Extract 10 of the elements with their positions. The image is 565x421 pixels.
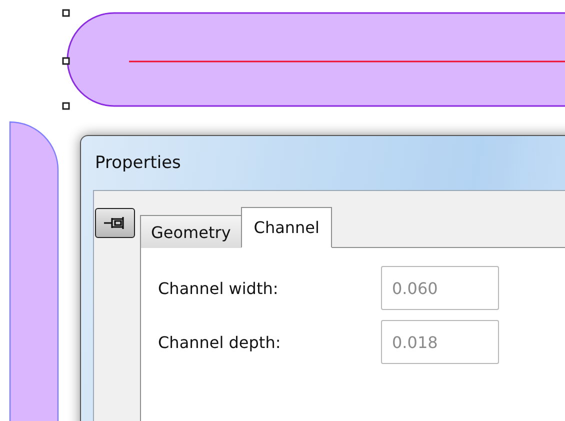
pin-icon (104, 216, 126, 230)
field-label: Channel width: (158, 278, 280, 298)
selection-handle[interactable] (62, 102, 70, 110)
selection-handle[interactable] (62, 57, 70, 65)
window-title: Properties (95, 153, 181, 173)
tab[interactable]: Geometry (140, 215, 242, 248)
tab[interactable]: Channel (240, 207, 332, 248)
pin-button[interactable] (95, 208, 135, 238)
field-label: Channel depth: (158, 332, 282, 352)
selection-handle[interactable] (62, 9, 70, 17)
